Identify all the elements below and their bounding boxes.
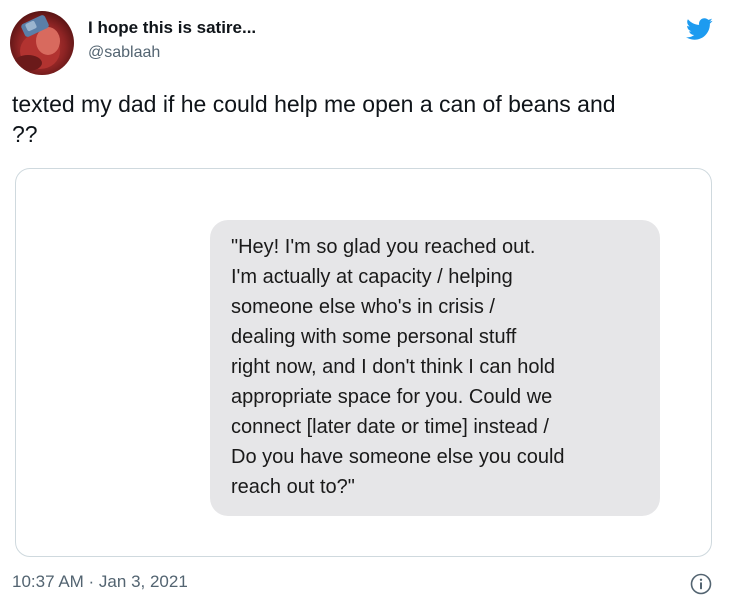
twitter-bird-icon[interactable] [683,15,715,43]
avatar[interactable] [10,11,74,75]
tweet: I hope this is satire... @sablaah texted… [0,0,732,608]
profile-avatar-image [10,11,74,75]
user-handle[interactable]: @sablaah [88,44,160,62]
display-name[interactable]: I hope this is satire... [88,18,256,38]
info-icon[interactable] [690,573,712,595]
message-bubble: "Hey! I'm so glad you reached out. I'm a… [210,220,660,516]
media-card[interactable]: "Hey! I'm so glad you reached out. I'm a… [15,168,712,557]
tweet-timestamp[interactable]: 10:37 AM · Jan 3, 2021 [12,572,188,592]
tweet-text: texted my dad if he could help me open a… [12,91,616,147]
